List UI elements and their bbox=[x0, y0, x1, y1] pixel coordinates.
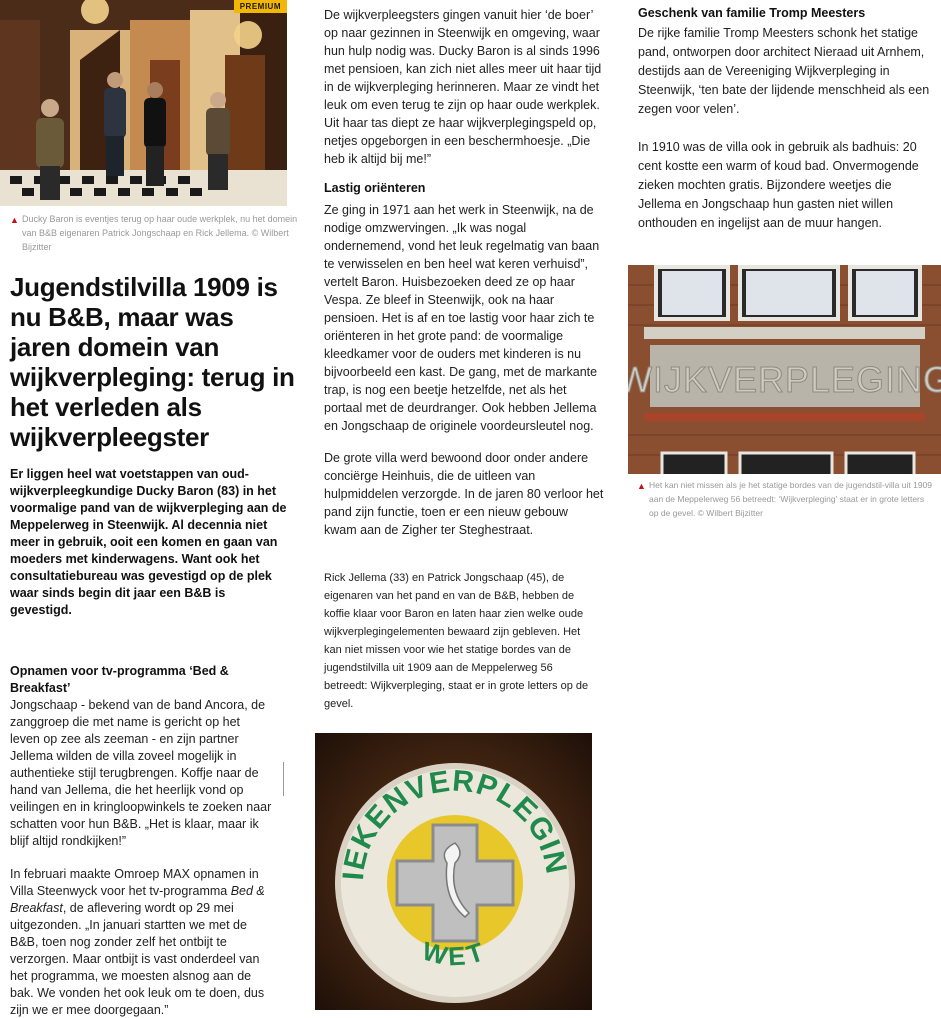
hallway-photo: PREMIUM bbox=[0, 0, 287, 206]
caption-triangle-icon: ▲ bbox=[637, 481, 646, 491]
nursing-pin-photo: ZIEKENVERPLEGING WET bbox=[315, 733, 592, 1010]
paragraph: Jongschaap - bekend van de band Ancora, … bbox=[10, 698, 272, 848]
caption-text: Het kan niet missen als je het statige b… bbox=[649, 480, 933, 518]
paragraph: Rick Jellema (33) en Patrick Jongschaap … bbox=[324, 572, 589, 710]
nursing-pin-illustration: ZIEKENVERPLEGING WET bbox=[315, 733, 592, 1010]
paragraph: De grote villa werd bewoond door onder a… bbox=[324, 451, 604, 537]
column-left: PREMIUM ▲ Ducky Baron is eventjes terug … bbox=[0, 0, 300, 1018]
scroll-indicator[interactable] bbox=[283, 762, 284, 796]
section-heading-geschenk: Geschenk van familie Tromp Meesters bbox=[638, 6, 866, 20]
column-right: Geschenk van familie Tromp Meesters De r… bbox=[625, 0, 941, 1018]
text-run: In februari maakte Omroep MAX opnamen in… bbox=[10, 867, 259, 898]
text-run: , de aflevering wordt op 29 mei uitgezon… bbox=[10, 901, 265, 1017]
column-middle: De wijkverpleegsters gingen vanuit hier … bbox=[315, 0, 610, 1018]
hallway-illustration bbox=[0, 0, 287, 206]
premium-badge: PREMIUM bbox=[233, 0, 287, 13]
caption-triangle-icon: ▲ bbox=[10, 215, 19, 225]
paragraph: De rijke familie Tromp Meesters schonk h… bbox=[638, 26, 930, 116]
facade-photo-caption: ▲ Het kan niet missen als je het statige… bbox=[637, 478, 933, 520]
section-heading-tv: Opnamen voor tv-programma ‘Bed & Breakfa… bbox=[10, 664, 229, 695]
facade-photo: WIJKVERPLEGING bbox=[628, 265, 941, 474]
section-heading-orienteren: Lastig oriënteren bbox=[324, 181, 426, 195]
facade-illustration: WIJKVERPLEGING bbox=[628, 265, 941, 474]
facade-lettering: WIJKVERPLEGING bbox=[628, 359, 941, 400]
article-lead: Er liggen heel wat voetstappen van oud-w… bbox=[10, 467, 287, 617]
paragraph: De wijkverpleegsters gingen vanuit hier … bbox=[324, 8, 602, 166]
caption-text: Ducky Baron is eventjes terug op haar ou… bbox=[22, 214, 298, 252]
photo-caption: ▲ Ducky Baron is eventjes terug op haar … bbox=[10, 212, 306, 254]
paragraph: Ze ging in 1971 aan het werk in Steenwij… bbox=[324, 203, 600, 433]
article-headline: Jugendstilvilla 1909 is nu B&B, maar was… bbox=[10, 272, 295, 452]
paragraph: In 1910 was de villa ook in gebruik als … bbox=[638, 140, 919, 230]
paragraph: In februari maakte Omroep MAX opnamen in… bbox=[10, 866, 276, 1018]
